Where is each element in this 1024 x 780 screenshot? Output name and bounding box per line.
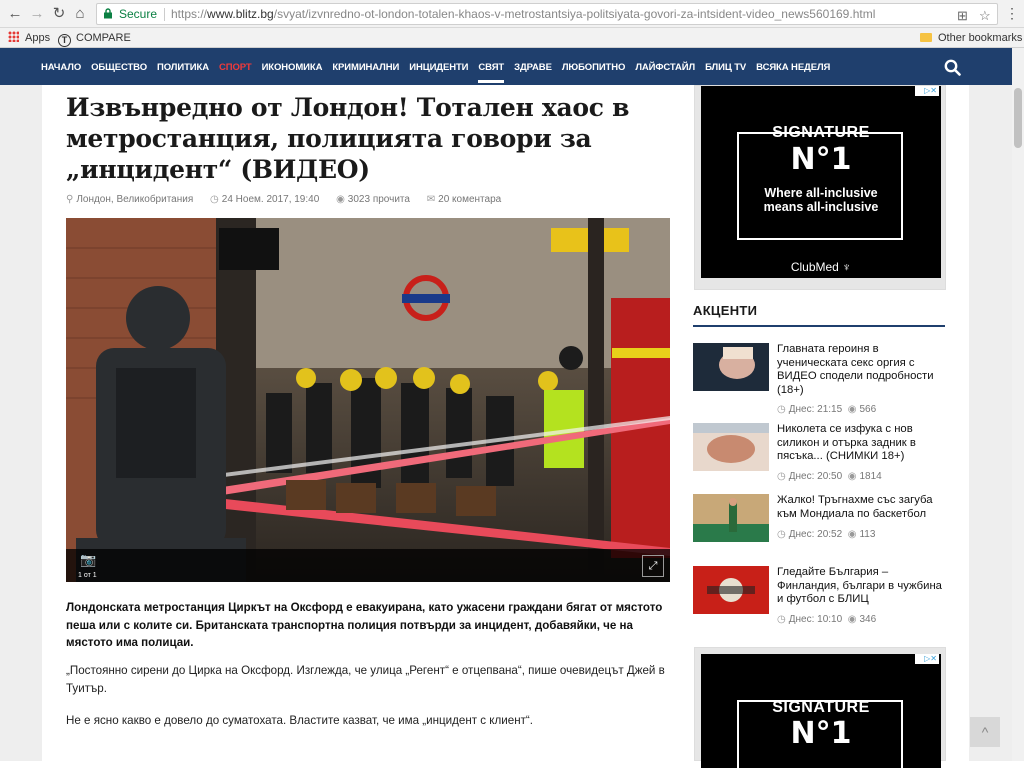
home-icon[interactable]: ⌂ xyxy=(71,5,89,23)
article-paragraph: „Постоянно сирени до Цирка на Оксфорд. И… xyxy=(66,664,665,695)
news-title[interactable]: Главната героиня в ученическата секс орг… xyxy=(777,343,945,397)
advertisement[interactable]: SIGNATURE N°1 ▷✕ xyxy=(694,647,946,780)
bookmarks-bar: Apps T COMPARE Other bookmarks xyxy=(0,28,1024,48)
clock-icon: ◷ xyxy=(777,614,786,625)
url-text[interactable]: https://www.blitz.bg/svyat/izvnredno-ot-… xyxy=(171,4,875,24)
photo-counter: 1 от 1 xyxy=(78,572,97,579)
menu-icon[interactable]: ⋮ xyxy=(1005,4,1019,22)
eye-icon: ◉ xyxy=(847,529,857,540)
news-title[interactable]: Николета се изфука с нов силикон и отърк… xyxy=(777,423,945,464)
browser-toolbar: ← → ↻ ⌂ Secure https://www.blitz.bg/svya… xyxy=(0,0,1024,28)
clock-icon: ◷ xyxy=(777,404,786,415)
t-logo-icon: T xyxy=(58,34,71,47)
eye-icon: ◉ xyxy=(847,614,857,625)
comment-icon: ✉ xyxy=(426,194,436,205)
eye-icon: ◉ xyxy=(336,194,345,205)
address-bar[interactable]: Secure https://www.blitz.bg/svyat/izvnre… xyxy=(96,3,998,25)
photo-caption-bar xyxy=(66,549,670,582)
ad-signature: SIGNATURE xyxy=(772,124,870,141)
location: ⚲ Лондон, Великобритания xyxy=(66,194,194,205)
ad-text-1: Where all-inclusive xyxy=(764,186,878,200)
section-title: АКЦЕНТИ xyxy=(693,303,758,318)
nav-item[interactable]: ВСЯКА НЕДЕЛЯ xyxy=(756,48,830,85)
comments-link[interactable]: ✉ 20 коментара xyxy=(427,194,508,205)
clock-icon: ◷ xyxy=(210,194,219,205)
article-title: Извънредно от Лондон! Тотален хаос в мет… xyxy=(66,93,630,184)
eye-icon: ◉ xyxy=(847,404,857,415)
map-pin-icon: ⚲ xyxy=(66,194,74,205)
article-paragraph: Не е ясно какво е довело до суматохата. … xyxy=(66,714,533,727)
expand-icon[interactable]: ⤢ xyxy=(642,555,664,577)
folder-icon xyxy=(920,33,932,42)
bookmark-compare[interactable]: T COMPARE xyxy=(58,28,131,48)
other-bookmarks[interactable]: Other bookmarks xyxy=(920,28,1022,48)
nav-item[interactable]: ЗДРАВЕ xyxy=(514,48,552,85)
secure-label: Secure xyxy=(119,7,158,21)
reload-icon[interactable]: ↻ xyxy=(50,5,68,23)
news-meta: ◷ Днес: 10:10 ◉ 346 xyxy=(777,614,877,625)
ad-brand-logo: ClubMed ♆ xyxy=(790,260,852,274)
news-meta: ◷ Днес: 20:50 ◉ 1814 xyxy=(777,471,882,482)
news-thumbnail[interactable] xyxy=(693,566,769,614)
clock-icon: ◷ xyxy=(777,471,786,482)
ad-number: N°1 xyxy=(790,716,852,751)
search-icon[interactable] xyxy=(944,59,961,76)
translate-icon[interactable]: ⊞ xyxy=(957,6,968,26)
nav-item[interactable]: СВЯТ xyxy=(478,48,504,85)
article-lead: Лондонската метростанция Циркът на Оксфо… xyxy=(66,601,663,649)
news-thumbnail[interactable] xyxy=(693,423,769,471)
news-thumbnail[interactable] xyxy=(693,494,769,542)
camera-icon: 📷 xyxy=(80,552,97,567)
section-divider xyxy=(693,325,945,327)
back-arrow-icon[interactable]: ← xyxy=(6,5,24,23)
nav-item[interactable]: ИКОНОМИКА xyxy=(262,48,323,85)
omnibox-separator xyxy=(164,8,165,21)
nav-item[interactable]: ЛЮБОПИТНО xyxy=(562,48,626,85)
date: ◷ 24 Ноем. 2017, 19:40 xyxy=(210,194,320,205)
eye-icon: ◉ xyxy=(847,471,857,482)
news-thumbnail[interactable] xyxy=(693,343,769,391)
nav-item[interactable]: ИНЦИДЕНТИ xyxy=(409,48,468,85)
ad-close-icon[interactable]: ▷✕ xyxy=(915,654,939,664)
site-navigation: НАЧАЛО ОБЩЕСТВО ПОЛИТИКА СПОРТ ИКОНОМИКА КРИМ… xyxy=(0,48,1024,85)
article-photo[interactable]: 📷 1 от 1 ⤢ xyxy=(66,218,670,582)
nav-item[interactable]: СПОРТ xyxy=(219,48,252,85)
ad-number: N°1 xyxy=(790,142,852,177)
nav-item[interactable]: ОБЩЕСТВО xyxy=(91,48,147,85)
apps-grid-icon xyxy=(8,31,19,42)
nav-item[interactable]: ЛАЙФСТАЙЛ xyxy=(635,48,695,85)
ad-signature: SIGNATURE xyxy=(772,699,870,716)
ad-text-2: means all-inclusive xyxy=(763,200,879,214)
advertisement[interactable]: SIGNATURE N°1 Where all-inclusive means … xyxy=(694,85,946,290)
bookmark-apps[interactable]: Apps xyxy=(8,28,50,48)
clock-icon: ◷ xyxy=(777,529,786,540)
views: ◉ 3023 прочита xyxy=(336,194,410,205)
photo-scene xyxy=(66,218,670,582)
news-meta: ◷ Днес: 21:15 ◉ 566 xyxy=(777,404,877,415)
news-title[interactable]: Жалко! Тръгнахме със загуба към Мондиала… xyxy=(777,494,945,521)
nav-item[interactable]: БЛИЦ TV xyxy=(705,48,746,85)
lock-icon xyxy=(104,8,112,19)
forward-arrow-icon[interactable]: → xyxy=(28,5,46,23)
news-title[interactable]: Гледайте България – Финландия, българи в… xyxy=(777,566,945,607)
article-meta: ⚲ Лондон, Великобритания ◷ 24 Ноем. 2017, … xyxy=(66,194,515,205)
scrollbar[interactable] xyxy=(1012,48,1024,761)
star-icon[interactable]: ☆ xyxy=(979,6,991,26)
nav-item[interactable]: КРИМИНАЛНИ xyxy=(332,48,399,85)
nav-item[interactable]: НАЧАЛО xyxy=(41,48,81,85)
ad-close-icon[interactable]: ▷✕ xyxy=(915,86,939,96)
scroll-to-top-button[interactable]: ^ xyxy=(970,717,1000,747)
nav-item[interactable]: ПОЛИТИКА xyxy=(157,48,209,85)
scrollbar-thumb[interactable] xyxy=(1014,88,1022,148)
news-meta: ◷ Днес: 20:52 ◉ 113 xyxy=(777,529,876,540)
